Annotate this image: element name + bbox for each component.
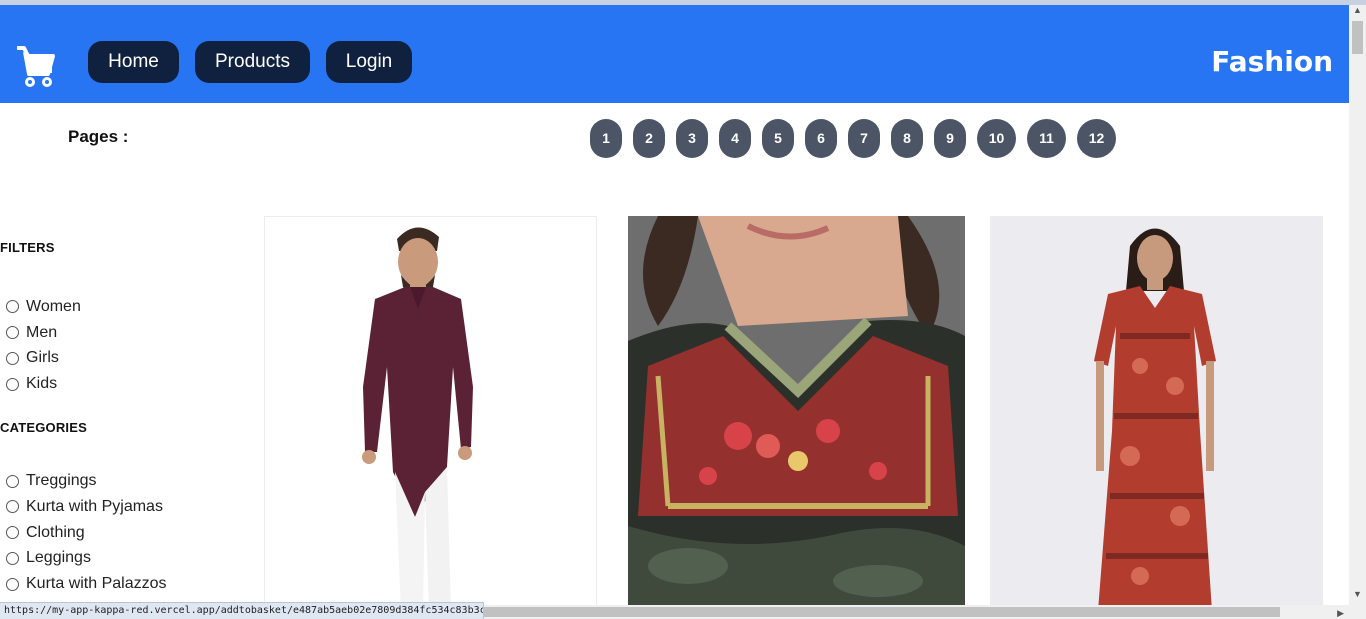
vertical-scrollbar[interactable]: ▲ ▼ [1349,5,1366,619]
nav-home-button[interactable]: Home [88,41,179,83]
category-options: Treggings Kurta with Pyjamas Clothing Leggi… [0,468,240,619]
category-radio[interactable] [6,551,19,565]
category-label: Kurta with Pyjamas [26,497,163,515]
filter-options: Women Men Girls Kids [0,294,240,397]
sidebar-filters: FILTERS Women Men Girls Kids CATEGORIES Tre… [0,240,240,619]
page-button-4[interactable]: 4 [719,119,751,158]
vertical-scrollbar-thumb[interactable] [1352,21,1363,54]
category-radio[interactable] [6,500,19,514]
filters-title: FILTERS [0,240,55,255]
scroll-right-icon[interactable]: ▶ [1337,608,1344,619]
filter-option[interactable]: Kids [0,371,240,397]
category-option[interactable]: Kurta with Pyjamas [0,494,240,520]
scroll-up-icon[interactable]: ▲ [1353,5,1362,15]
page-button-7[interactable]: 7 [848,119,880,158]
status-bar-url: https://my-app-kappa-red.vercel.app/addt… [0,602,484,619]
category-label: Clothing [26,523,85,541]
product-image[interactable] [990,216,1323,611]
page-button-1[interactable]: 1 [590,119,622,158]
product-image[interactable] [628,216,965,611]
filter-radio[interactable] [6,300,19,314]
page-button-3[interactable]: 3 [676,119,708,158]
filter-option[interactable]: Girls [0,346,240,372]
filter-label: Girls [26,349,59,367]
brand-title: Fashion [1211,45,1333,78]
filter-label: Women [26,297,81,315]
product-card[interactable] [990,216,1323,611]
category-option[interactable]: Treggings [0,468,240,494]
categories-title: CATEGORIES [0,420,87,436]
nav-products-button[interactable]: Products [195,41,310,83]
filter-radio[interactable] [6,351,19,365]
page-button-6[interactable]: 6 [805,119,837,158]
product-card[interactable] [264,216,597,611]
product-image[interactable] [265,217,597,611]
category-option[interactable]: Clothing [0,520,240,546]
page-button-2[interactable]: 2 [633,119,665,158]
navbar: Home Products Login Fashion [0,5,1349,103]
filter-label: Men [26,323,58,341]
filter-label: Kids [26,375,58,393]
filter-option[interactable]: Men [0,320,240,346]
pages-label: Pages : [68,127,129,146]
filter-radio[interactable] [6,326,19,340]
page-button-8[interactable]: 8 [891,119,923,158]
category-label: Treggings [26,472,97,490]
category-radio[interactable] [6,474,19,488]
page-button-10[interactable]: 10 [977,119,1016,158]
category-radio[interactable] [6,577,19,591]
category-option[interactable]: Kurta with Palazzos [0,571,240,597]
category-option[interactable]: Leggings [0,546,240,572]
pagination: 1 2 3 4 5 6 7 8 9 10 11 12 [590,119,1127,158]
page-button-9[interactable]: 9 [934,119,966,158]
category-label: Leggings [26,549,91,567]
horizontal-scrollbar[interactable]: ▶ [484,605,1349,619]
page-button-12[interactable]: 12 [1077,119,1116,158]
filter-radio[interactable] [6,377,19,391]
scroll-down-icon[interactable]: ▼ [1353,589,1362,599]
category-radio[interactable] [6,526,19,540]
shopping-cart-icon[interactable] [15,44,55,88]
filter-option[interactable]: Women [0,294,240,320]
horizontal-scrollbar-thumb[interactable] [484,607,1280,617]
product-card[interactable] [628,216,965,611]
page: Home Products Login Fashion Pages : 1234… [0,0,1366,619]
page-button-5[interactable]: 5 [762,119,794,158]
page-button-11[interactable]: 11 [1027,119,1066,158]
category-label: Kurta with Palazzos [26,575,167,593]
nav-login-button[interactable]: Login [326,41,412,83]
